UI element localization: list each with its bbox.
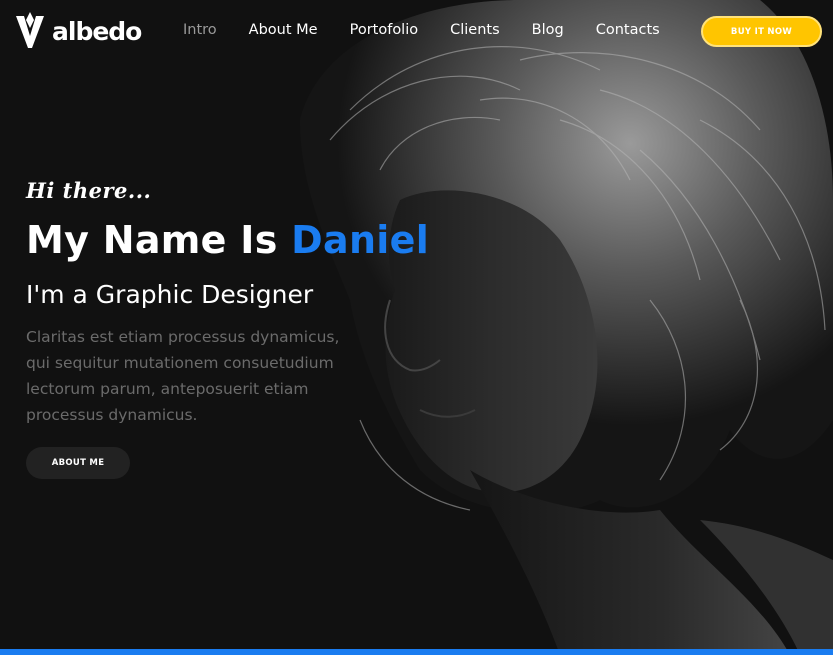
- nav-item-intro[interactable]: Intro: [183, 22, 217, 38]
- headline-prefix: My Name Is: [26, 218, 292, 262]
- landing-page: albedo Intro About Me Portofolio Clients…: [0, 0, 833, 655]
- headline-name: Daniel: [291, 218, 430, 262]
- hero-subheadline: I'm a Graphic Designer: [26, 280, 314, 309]
- hero-greeting: Hi there...: [26, 178, 152, 203]
- albedo-logo-icon: [16, 12, 44, 48]
- site-header: albedo Intro About Me Portofolio Clients…: [0, 0, 833, 64]
- nav-item-portofolio[interactable]: Portofolio: [350, 22, 419, 38]
- main-nav: Intro About Me Portofolio Clients Blog C…: [183, 22, 692, 38]
- nav-item-clients[interactable]: Clients: [450, 22, 500, 38]
- brand-name: albedo: [52, 16, 142, 46]
- about-me-button[interactable]: ABOUT ME: [26, 447, 130, 479]
- nav-item-blog[interactable]: Blog: [532, 22, 564, 38]
- hero-headline: My Name Is Daniel: [26, 218, 429, 262]
- brand-logo-link[interactable]: albedo: [14, 12, 142, 50]
- bottom-accent-bar: [0, 649, 833, 655]
- nav-item-contacts[interactable]: Contacts: [596, 22, 660, 38]
- buy-it-now-button[interactable]: BUY IT NOW: [701, 16, 822, 47]
- hero-description: Claritas est etiam processus dynamicus, …: [26, 328, 340, 424]
- nav-item-about-me[interactable]: About Me: [249, 22, 318, 38]
